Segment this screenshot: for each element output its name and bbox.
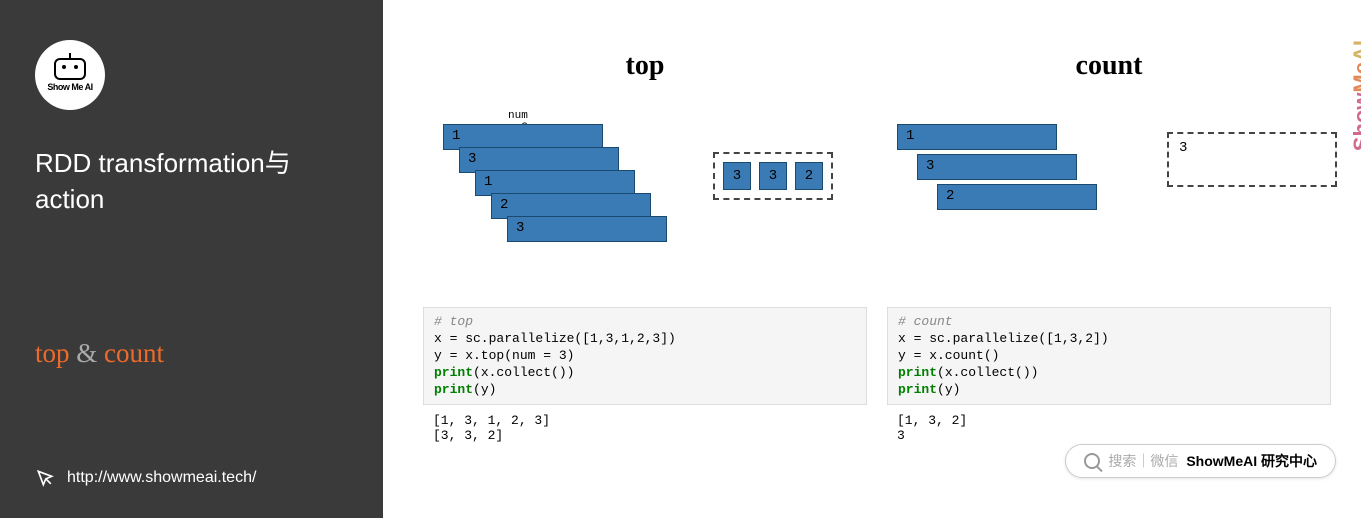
count-result: 3: [1179, 140, 1187, 156]
count-title: count: [887, 50, 1331, 82]
top-code: # top x = sc.parallelize([1,3,1,2,3]) y …: [423, 307, 867, 405]
top-output: [1, 3, 1, 2, 3] [3, 3, 2]: [423, 405, 867, 451]
sidebar-footer: http://www.showmeai.tech/: [35, 468, 256, 488]
result-item: 3: [723, 162, 751, 190]
logo-text: Show Me AI: [47, 82, 92, 92]
count-section: count 1 3 2 3 # count x = sc.parallelize…: [887, 50, 1331, 451]
subtitle-amp: &: [76, 338, 97, 368]
top-section: top num = 3 1 3 1 2 3 3 3 2 # top x = sc…: [423, 50, 867, 451]
result-item: 2: [795, 162, 823, 190]
count-diagram: 1 3 2 3: [887, 97, 1331, 297]
top-title: top: [423, 50, 867, 82]
watermark: ShowMeAI: [1349, 40, 1361, 151]
card: 3: [917, 154, 1077, 180]
card: 3: [507, 216, 667, 242]
top-result-box: 3 3 2: [713, 152, 833, 200]
search-icon: [1084, 453, 1100, 469]
top-code-block: # top x = sc.parallelize([1,3,1,2,3]) y …: [423, 307, 867, 451]
search-hint: 搜索｜微信: [1108, 451, 1178, 471]
card: 1: [897, 124, 1057, 150]
cursor-icon: [35, 468, 55, 488]
count-code: # count x = sc.parallelize([1,3,2]) y = …: [887, 307, 1331, 405]
search-strong: ShowMeAI 研究中心: [1186, 451, 1317, 471]
sidebar-subtitle: top & count: [35, 338, 348, 369]
logo: Show Me AI: [35, 40, 105, 110]
card: 2: [937, 184, 1097, 210]
sidebar-title: RDD transformation与action: [35, 145, 348, 218]
content: ShowMeAI top num = 3 1 3 1 2 3 3 3 2: [383, 0, 1361, 518]
top-diagram: num = 3 1 3 1 2 3 3 3 2: [423, 97, 867, 297]
search-bar[interactable]: 搜索｜微信 ShowMeAI 研究中心: [1065, 444, 1336, 478]
count-result-box: 3: [1167, 132, 1337, 187]
count-code-block: # count x = sc.parallelize([1,3,2]) y = …: [887, 307, 1331, 451]
logo-bot-icon: [54, 58, 86, 80]
subtitle-count: count: [104, 338, 164, 368]
footer-url: http://www.showmeai.tech/: [67, 469, 256, 487]
subtitle-top: top: [35, 338, 70, 368]
sidebar: Show Me AI RDD transformation与action top…: [0, 0, 383, 518]
result-item: 3: [759, 162, 787, 190]
